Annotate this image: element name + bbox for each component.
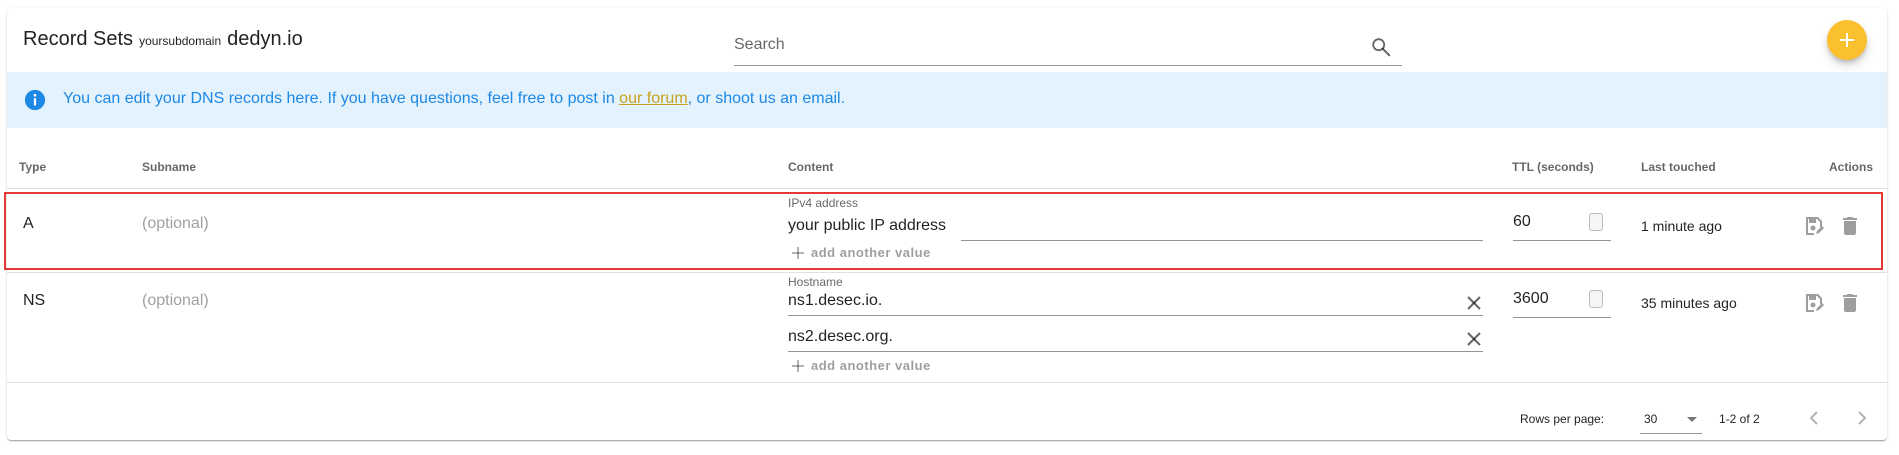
header-type[interactable]: Type: [19, 160, 46, 174]
search-input[interactable]: [734, 36, 1354, 54]
ttl-input[interactable]: 3600: [1513, 282, 1611, 318]
content-value-underline: [788, 315, 1483, 316]
info-alert: You can edit your DNS records here. If y…: [7, 72, 1887, 128]
highlight-box: [4, 192, 1883, 270]
plus-icon: [1840, 33, 1854, 47]
content-value[interactable]: ns2.desec.org.: [788, 328, 893, 346]
header-actions: Actions: [1829, 160, 1874, 174]
row-divider: [7, 272, 1887, 273]
chevron-down-icon: [1687, 417, 1697, 422]
ttl-spinner[interactable]: [1589, 290, 1603, 308]
header-ttl[interactable]: TTL (seconds): [1512, 160, 1594, 174]
table-bottom-divider: [7, 382, 1887, 383]
header-content[interactable]: Content: [788, 160, 833, 174]
chevron-left-icon[interactable]: [1802, 406, 1826, 430]
rows-per-page-label: Rows per page:: [1520, 412, 1605, 426]
rows-per-page-value: 30: [1644, 412, 1658, 426]
search-icon[interactable]: [1370, 36, 1392, 58]
forum-link[interactable]: our forum: [619, 90, 687, 107]
info-icon: [24, 89, 46, 111]
delete-icon[interactable]: [1838, 291, 1862, 315]
toolbar: Record Sets yoursubdomain dedyn.io: [7, 8, 1887, 72]
subname-input[interactable]: (optional): [142, 292, 209, 310]
content-value[interactable]: ns1.desec.io.: [788, 292, 882, 310]
alert-message: You can edit your DNS records here. If y…: [63, 90, 845, 108]
header-last-touched[interactable]: Last touched: [1641, 160, 1716, 174]
plus-icon: [792, 359, 804, 372]
chevron-right-icon[interactable]: [1850, 406, 1874, 430]
domain-text: dedyn.io: [227, 28, 303, 50]
content-value-underline: [788, 351, 1483, 352]
ttl-value: 3600: [1513, 290, 1549, 307]
header-divider: [7, 188, 1887, 189]
alert-text-before: You can edit your DNS records here. If y…: [63, 90, 620, 107]
page-title: Record Sets yoursubdomain dedyn.io: [23, 28, 303, 51]
search-field: [734, 24, 1402, 66]
add-value-button[interactable]: add another value: [791, 358, 931, 373]
pagination-range: 1-2 of 2: [1719, 412, 1760, 426]
close-icon[interactable]: [1465, 294, 1483, 312]
alert-text-after: , or shoot us an email.: [687, 90, 846, 107]
subdomain-text: yoursubdomain: [139, 34, 222, 48]
close-icon[interactable]: [1465, 330, 1483, 348]
last-touched: 35 minutes ago: [1641, 295, 1737, 311]
save-icon[interactable]: [1802, 291, 1826, 315]
content-label: Hostname: [788, 275, 843, 289]
header-subname[interactable]: Subname: [142, 160, 196, 174]
add-record-button[interactable]: [1827, 20, 1867, 60]
add-value-label: add another value: [811, 358, 931, 373]
row-type: NS: [23, 292, 46, 309]
rows-per-page-select[interactable]: 30: [1640, 404, 1702, 434]
title-text: Record Sets: [23, 28, 134, 50]
